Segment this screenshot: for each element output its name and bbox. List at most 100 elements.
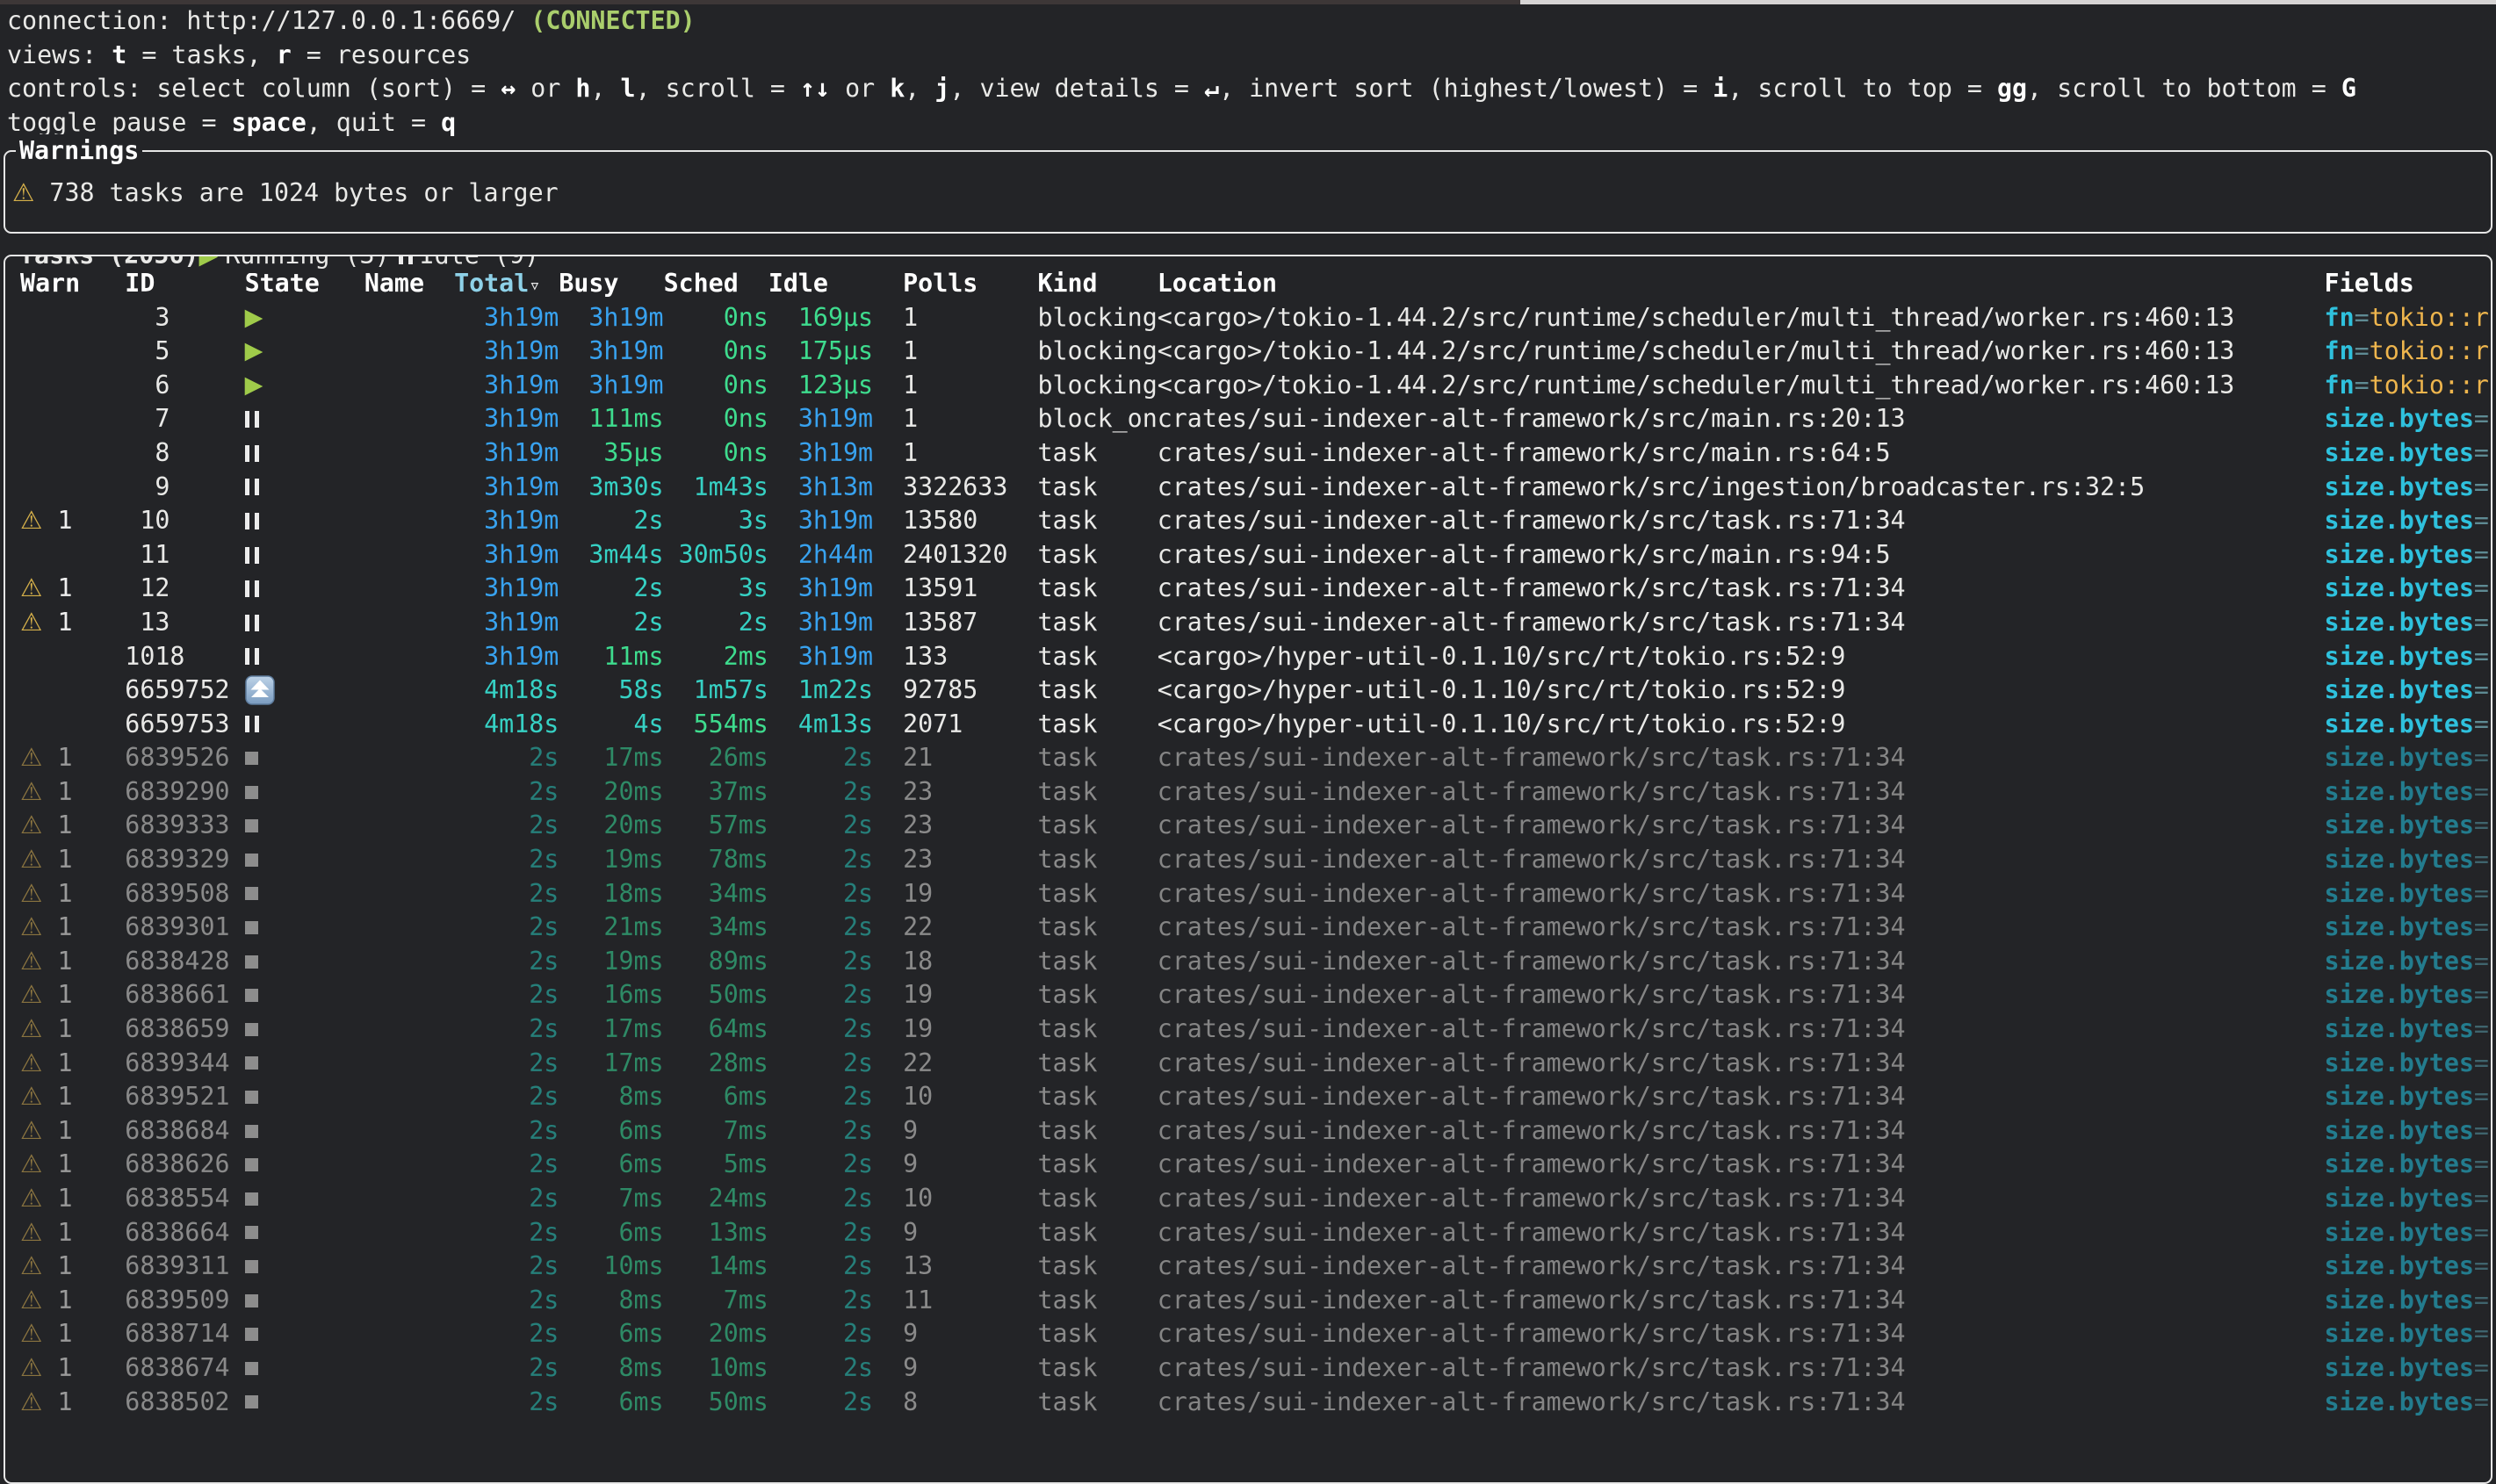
cell-kind: task bbox=[1007, 1012, 1157, 1047]
table-row[interactable]: 66597534m18s4s554ms4m13s2071task<cargo>/… bbox=[5, 708, 2491, 742]
table-row[interactable]: ⚠ 1 103h19m2s3s3h19m13580taskcrates/sui-… bbox=[5, 504, 2491, 538]
field-key: size.bytes bbox=[2325, 1116, 2474, 1145]
table-row[interactable]: ⚠ 168386742s8ms10ms2s9taskcrates/sui-ind… bbox=[5, 1351, 2491, 1386]
table-row[interactable]: 66597524m18s58s1m57s1m22s92785task<cargo… bbox=[5, 674, 2491, 708]
cell-idle: 175µs bbox=[768, 335, 873, 369]
cell-task-id: 6839333 bbox=[125, 809, 229, 843]
table-row[interactable]: 113h19m3m44s30m50s2h44m2401320taskcrates… bbox=[5, 538, 2491, 573]
completed-icon bbox=[245, 1023, 258, 1036]
cell-warn: ⚠ 1 bbox=[5, 1080, 125, 1114]
cell-location: crates/sui-indexer-alt-framework/src/tas… bbox=[1158, 1250, 2325, 1284]
cell-total: 4m18s bbox=[454, 674, 559, 708]
table-row[interactable]: 73h19m111ms0ns3h19m1block_oncrates/sui-i… bbox=[5, 402, 2491, 436]
cell-sched: 10ms bbox=[664, 1351, 768, 1386]
table-row[interactable]: 93h19m3m30s1m43s3h13m3322633taskcrates/s… bbox=[5, 471, 2491, 505]
table-row[interactable]: ⚠ 168395212s8ms6ms2s10taskcrates/sui-ind… bbox=[5, 1080, 2491, 1114]
table-row[interactable]: ⚠ 168386642s6ms13ms2s9taskcrates/sui-ind… bbox=[5, 1216, 2491, 1250]
table-row[interactable]: ⚠ 168393332s20ms57ms2s23taskcrates/sui-i… bbox=[5, 809, 2491, 843]
table-row[interactable]: ⚠ 168385542s7ms24ms2s10taskcrates/sui-in… bbox=[5, 1182, 2491, 1216]
cell-sched: 554ms bbox=[664, 708, 768, 742]
table-row[interactable]: ⚠ 168385022s6ms50ms2s8taskcrates/sui-ind… bbox=[5, 1386, 2491, 1420]
paused-icon bbox=[245, 445, 259, 462]
cell-total: 2s bbox=[454, 1182, 559, 1216]
column-header-kind[interactable]: Kind bbox=[1007, 267, 1157, 301]
cell-sched: 34ms bbox=[664, 911, 768, 945]
warning-count: 1 bbox=[42, 1353, 72, 1382]
status-text: controls: select column (sort) = bbox=[7, 74, 501, 103]
cell-polls: 1 bbox=[873, 436, 1007, 471]
table-row[interactable]: 83h19m35µs0ns3h19m1taskcrates/sui-indexe… bbox=[5, 436, 2491, 471]
cell-warn: ⚠ 1 bbox=[5, 877, 125, 911]
table-row[interactable]: ⚠ 168395092s8ms7ms2s11taskcrates/sui-ind… bbox=[5, 1284, 2491, 1318]
table-row[interactable]: ⚠ 168384282s19ms89ms2s18taskcrates/sui-i… bbox=[5, 945, 2491, 979]
cell-busy: 19ms bbox=[559, 843, 663, 877]
cell-state bbox=[230, 1328, 350, 1341]
cell-fields: size.bytes= bbox=[2325, 402, 2491, 436]
cell-sched: 1m57s bbox=[664, 674, 768, 708]
table-row[interactable]: 3▶3h19m3h19m0ns169µs1blocking<cargo>/tok… bbox=[5, 301, 2491, 335]
cell-sched: 20ms bbox=[664, 1317, 768, 1351]
column-header-idle[interactable]: Idle bbox=[768, 267, 873, 301]
table-row[interactable]: ⚠ 168393112s10ms14ms2s13taskcrates/sui-i… bbox=[5, 1250, 2491, 1284]
field-key: size.bytes bbox=[2325, 1184, 2474, 1213]
table-row[interactable]: 6▶3h19m3h19m0ns123µs1blocking<cargo>/tok… bbox=[5, 369, 2491, 403]
table-row[interactable]: ⚠ 168395082s18ms34ms2s19taskcrates/sui-i… bbox=[5, 877, 2491, 911]
cell-sched: 0ns bbox=[664, 301, 768, 335]
scheduled-icon bbox=[245, 675, 275, 705]
field-key: size.bytes bbox=[2325, 1218, 2474, 1247]
cell-busy: 3m30s bbox=[559, 471, 663, 505]
cell-state bbox=[230, 921, 350, 934]
cell-polls: 19 bbox=[873, 877, 1007, 911]
cell-sched: 30m50s bbox=[664, 538, 768, 573]
cell-polls: 19 bbox=[873, 978, 1007, 1012]
table-row[interactable]: ⚠ 168392902s20ms37ms2s23taskcrates/sui-i… bbox=[5, 775, 2491, 810]
cell-location: crates/sui-indexer-alt-framework/src/tas… bbox=[1158, 1386, 2325, 1420]
field-equals: = bbox=[2474, 438, 2489, 467]
table-row[interactable]: 10183h19m11ms2ms3h19m133task<cargo>/hype… bbox=[5, 640, 2491, 674]
cell-location: crates/sui-indexer-alt-framework/src/tas… bbox=[1158, 1216, 2325, 1250]
status-bar: connection: http://127.0.0.1:6669/ (CONN… bbox=[0, 4, 2496, 140]
cell-state bbox=[230, 1294, 350, 1308]
cell-task-id: 6659753 bbox=[125, 708, 229, 742]
inactive-tab-edge[interactable] bbox=[1520, 0, 2496, 4]
table-row[interactable]: ⚠ 168393442s17ms28ms2s22taskcrates/sui-i… bbox=[5, 1047, 2491, 1081]
cell-polls: 9 bbox=[873, 1216, 1007, 1250]
paused-icon bbox=[245, 648, 259, 665]
cell-busy: 6ms bbox=[559, 1386, 663, 1420]
cell-fields: size.bytes= bbox=[2325, 775, 2491, 810]
field-equals: = bbox=[2355, 303, 2370, 332]
table-row[interactable]: ⚠ 1 123h19m2s3s3h19m13591taskcrates/sui-… bbox=[5, 572, 2491, 606]
column-header-fields[interactable]: Fields bbox=[2325, 267, 2491, 301]
cell-polls: 21 bbox=[873, 741, 1007, 775]
running-icon: ▶ bbox=[245, 335, 263, 369]
column-header-busy[interactable]: Busy bbox=[559, 267, 663, 301]
table-row[interactable]: ⚠ 1 133h19m2s2s3h19m13587taskcrates/sui-… bbox=[5, 606, 2491, 640]
field-key: size.bytes bbox=[2325, 980, 2474, 1009]
table-row[interactable]: ⚠ 168386842s6ms7ms2s9taskcrates/sui-inde… bbox=[5, 1114, 2491, 1149]
table-row[interactable]: ⚠ 168393012s21ms34ms2s22taskcrates/sui-i… bbox=[5, 911, 2491, 945]
cell-state bbox=[230, 887, 350, 900]
warning-count: 1 bbox=[42, 1286, 72, 1315]
table-row[interactable]: ⚠ 168386262s6ms5ms2s9taskcrates/sui-inde… bbox=[5, 1148, 2491, 1182]
column-header-polls[interactable]: Polls bbox=[873, 267, 1007, 301]
table-row[interactable]: 5▶3h19m3h19m0ns175µs1blocking<cargo>/tok… bbox=[5, 335, 2491, 369]
table-row[interactable]: ⚠ 168386592s17ms64ms2s19taskcrates/sui-i… bbox=[5, 1012, 2491, 1047]
table-row[interactable]: ⚠ 168395262s17ms26ms2s21taskcrates/sui-i… bbox=[5, 741, 2491, 775]
cell-busy: 3h19m bbox=[559, 369, 663, 403]
cell-warn: ⚠ 1 bbox=[5, 945, 125, 979]
table-row[interactable]: ⚠ 168387142s6ms20ms2s9taskcrates/sui-ind… bbox=[5, 1317, 2491, 1351]
cell-fields: size.bytes= bbox=[2325, 1080, 2491, 1114]
table-row[interactable]: ⚠ 168393292s19ms78ms2s23taskcrates/sui-i… bbox=[5, 843, 2491, 877]
cell-polls: 10 bbox=[873, 1080, 1007, 1114]
column-header-location[interactable]: Location bbox=[1158, 267, 2325, 301]
column-header-sched[interactable]: Sched bbox=[664, 267, 768, 301]
cell-polls: 9 bbox=[873, 1114, 1007, 1149]
key-hint: (CONNECTED) bbox=[530, 6, 695, 35]
cell-state bbox=[230, 1260, 350, 1273]
key-hint: j bbox=[934, 74, 949, 103]
cell-kind: task bbox=[1007, 674, 1157, 708]
cell-polls: 13580 bbox=[873, 504, 1007, 538]
cell-kind: blocking bbox=[1007, 369, 1157, 403]
cell-fields: size.bytes= bbox=[2325, 1317, 2491, 1351]
table-row[interactable]: ⚠ 168386612s16ms50ms2s19taskcrates/sui-i… bbox=[5, 978, 2491, 1012]
